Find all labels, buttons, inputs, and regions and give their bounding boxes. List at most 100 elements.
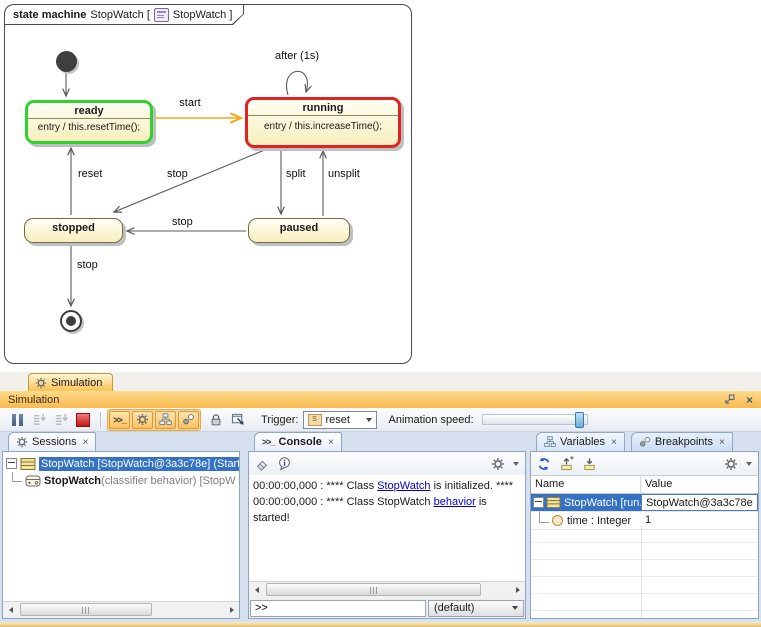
tree-connector [12,472,22,482]
breakpoints-icon [639,436,651,448]
refresh-icon[interactable] [537,457,551,471]
collapse-icon[interactable] [6,458,17,469]
export-icon[interactable] [582,456,597,471]
info-icon[interactable] [277,456,292,471]
window-bottom-border [0,622,761,627]
scroll-right-icon[interactable] [510,582,525,597]
state-running-entry: entry / this.increaseTime(); [248,115,398,135]
console-context-select[interactable]: (default) [428,600,524,617]
animation-speed-slider[interactable] [482,414,588,425]
initial-pseudostate[interactable] [56,51,77,72]
step-over-icon [54,412,69,427]
lock-button[interactable] [205,410,227,430]
clear-console-icon[interactable] [255,457,269,471]
close-icon[interactable]: × [328,437,334,448]
session-child-row[interactable]: StopWatch (classifier behavior) [StopW [3,472,239,489]
gear-icon [16,436,28,448]
float-window-icon[interactable] [723,393,736,406]
chevron-down-icon[interactable] [746,462,752,466]
open-diagram-button[interactable] [227,410,249,430]
attribute-icon [552,515,563,526]
final-state[interactable] [60,310,82,332]
console-icon: >>_ [262,437,275,447]
pause-icon [12,414,23,426]
toggle-variables-button[interactable] [155,411,176,429]
simulation-toolbar: >>_ Trigger: S reset Animation speed: [0,408,761,432]
pause-button[interactable] [6,410,28,430]
scroll-left-icon[interactable] [249,582,264,597]
empty-grid [531,526,758,618]
statemachine-icon [25,474,41,488]
tree-icon [544,436,556,448]
state-stopped[interactable]: stopped [24,218,123,243]
column-value[interactable]: Value [641,476,758,493]
console-input[interactable] [250,600,426,617]
scrollbar-thumb[interactable] [20,603,152,616]
state-paused-name: paused [249,219,349,238]
chevron-down-icon[interactable] [513,462,519,466]
step-over-button[interactable] [50,410,72,430]
close-icon[interactable]: × [611,437,617,448]
slider-handle[interactable] [575,412,584,428]
variable-value[interactable]: StopWatch@3a3c78e [641,494,758,511]
console-panel: >>_ Console × 00:00:00,000 : **** Class … [248,432,526,619]
tree-connector [539,512,549,523]
tab-console[interactable]: >>_ Console × [254,432,342,451]
open-diagram-icon [231,412,246,427]
simulation-header: Simulation × [0,391,761,408]
column-name[interactable]: Name [531,476,641,493]
sessions-hscrollbar[interactable] [3,601,239,618]
gear-icon[interactable] [724,457,738,471]
breakpoints-icon [182,413,195,426]
tab-variables[interactable]: Variables × [536,432,625,451]
state-paused[interactable]: paused [248,218,350,243]
table-row[interactable]: StopWatch [run... StopWatch@3a3c78e [531,494,758,512]
terminate-button[interactable] [72,410,94,430]
step-into-icon [32,412,47,427]
console-toolbar [249,452,525,476]
toggle-console-button[interactable]: >>_ [109,411,130,429]
collapse-icon[interactable] [533,497,544,508]
state-ready-entry: entry / this.resetTime(); [28,118,150,136]
session-child-name: StopWatch [44,475,101,487]
class-icon [546,496,561,509]
scrollbar-thumb[interactable] [266,583,481,596]
toggle-breakpoints-button[interactable] [178,411,199,429]
close-icon[interactable]: × [83,437,89,448]
console-link[interactable]: StopWatch [377,480,430,492]
tab-simulation[interactable]: Simulation [28,373,113,391]
state-running[interactable]: running entry / this.increaseTime(); [245,97,401,148]
simulation-header-title: Simulation [8,394,59,406]
tab-sessions[interactable]: Sessions × [8,432,96,451]
chevron-down-icon [512,606,518,610]
diagram-canvas[interactable]: state machine StopWatch [ StopWatch ] [0,0,761,372]
console-line: 00:00:00,000 : **** Class StopWatch is i… [253,478,521,494]
tab-breakpoints[interactable]: Breakpoints × [631,432,733,451]
frame-title-tab[interactable]: state machine StopWatch [ StopWatch ] [4,4,244,25]
trigger-select[interactable]: S reset [303,411,377,429]
class-icon [20,457,36,471]
console-output[interactable]: 00:00:00,000 : **** Class StopWatch is i… [249,475,525,582]
dock-tab-strip: Simulation [0,372,761,391]
console-link[interactable]: behavior [434,496,476,508]
gear-icon[interactable] [491,457,505,471]
variable-name: time : Integer [567,515,631,527]
variable-name: StopWatch [run... [564,497,641,509]
close-icon[interactable]: × [719,437,725,448]
toggle-options-button[interactable] [132,411,153,429]
gear-icon [35,377,47,389]
console-input-row: (default) [249,598,525,618]
scroll-right-icon[interactable] [224,602,239,617]
scroll-left-icon[interactable] [3,602,18,617]
step-into-button[interactable] [28,410,50,430]
console-hscrollbar[interactable] [249,581,525,598]
animation-speed-label: Animation speed: [389,414,474,426]
variables-toolbar [531,452,758,476]
variables-panel: Variables × Breakpoints × [530,432,759,619]
state-ready[interactable]: ready entry / this.resetTime(); [25,100,153,144]
frame-ref: StopWatch ] [173,9,233,21]
close-icon[interactable]: × [746,394,753,406]
session-root-row[interactable]: StopWatch [StopWatch@3a3c78e] (Started [3,455,239,472]
add-watch-icon[interactable] [559,456,574,471]
trigger-label: Trigger: [261,414,299,426]
